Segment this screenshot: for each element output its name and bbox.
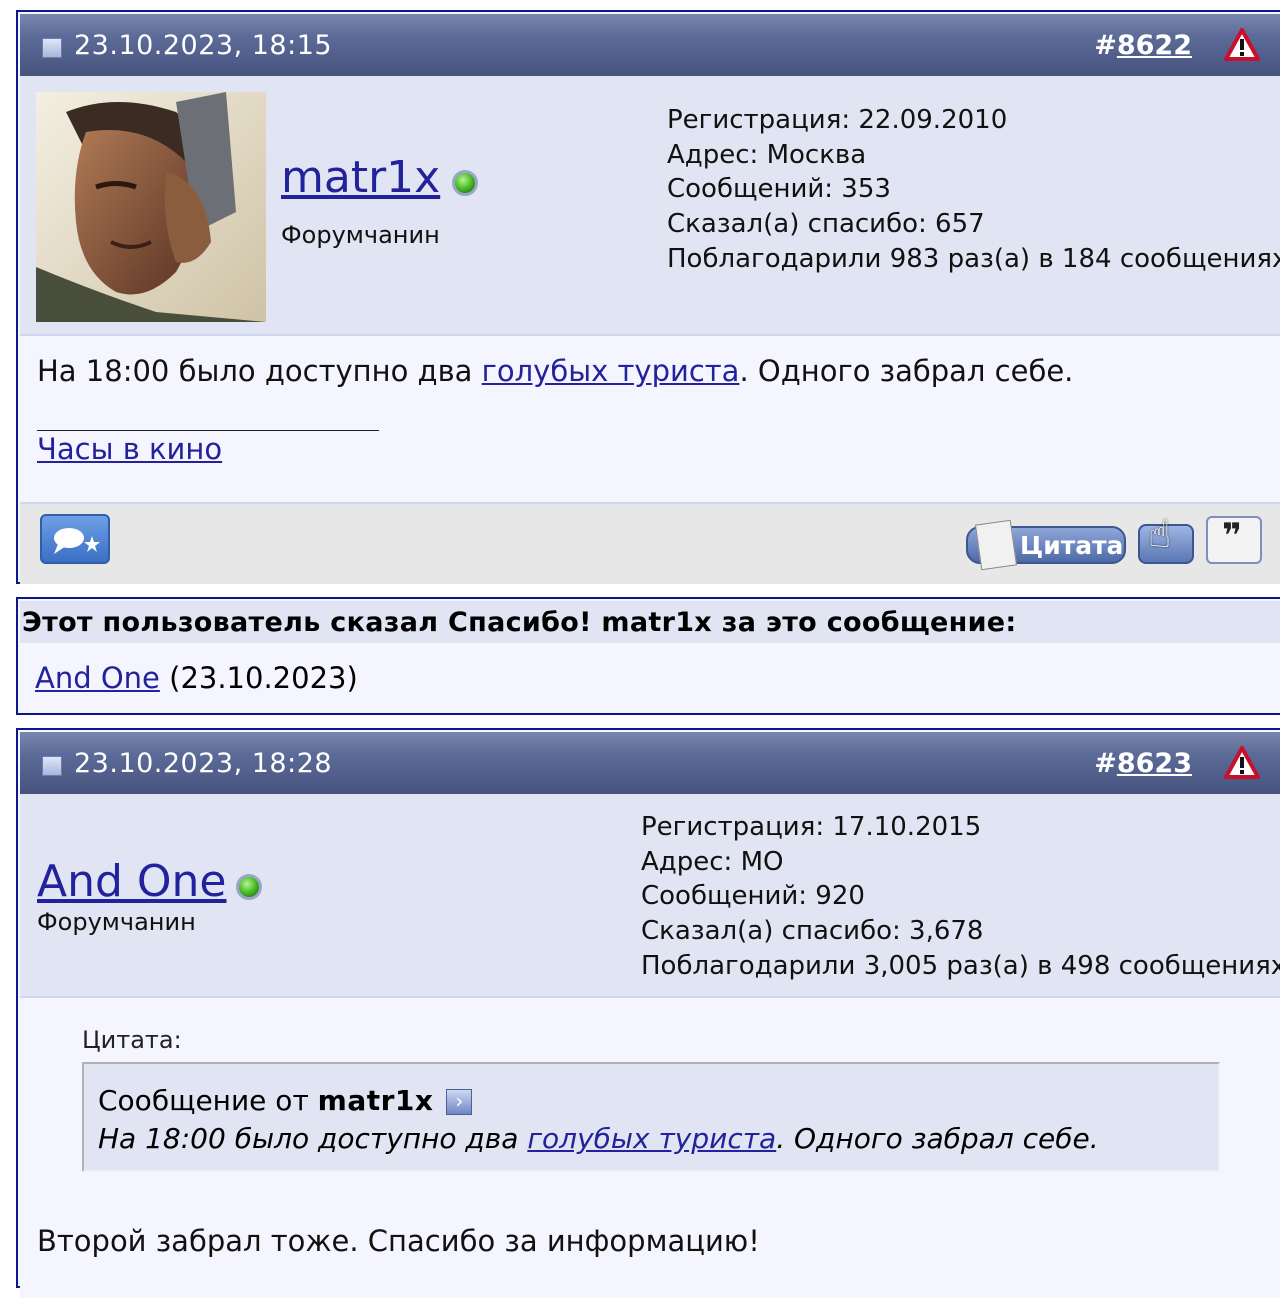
post-message: На 18:00 было доступно два голубых турис… (20, 336, 1280, 502)
thanks-box: Этот пользователь сказал Спасибо! matr1x… (16, 597, 1280, 715)
stat-address: Адрес: Москва (667, 139, 867, 170)
user-title: Форумчанин (281, 221, 440, 249)
view-post-arrow-icon[interactable]: › (446, 1089, 473, 1115)
message-text: На 18:00 было доступно два голубых турис… (37, 354, 1073, 388)
message-text-start: На 18:00 было доступно два (37, 354, 482, 388)
quote-label: Цитата: (82, 1026, 182, 1054)
user-info: And One Форумчанин Регистрация: 17.10.20… (20, 794, 1280, 998)
thanks-heading-text: Этот пользователь сказал Спасибо! matr1x… (22, 607, 1017, 638)
post-number-link[interactable]: 8623 (1117, 748, 1192, 779)
quote-icon (974, 519, 1018, 571)
post-actions: Цитата ☝ ❞ (20, 502, 1280, 584)
thanks-user-link[interactable]: And One (35, 661, 160, 695)
username-link[interactable]: matr1x (281, 152, 440, 203)
user-title: Форумчанин (37, 908, 196, 936)
quote-from: Сообщение от matr1x › (98, 1084, 473, 1117)
speech-bubble-icon (54, 528, 100, 554)
user-stats: Регистрация: 17.10.2015 Адрес: МО Сообще… (641, 810, 1280, 984)
post-8623: 23.10.2023, 18:28 #8623 And One Форумчан… (16, 728, 1280, 1298)
post-header: 23.10.2023, 18:28 #8623 (20, 732, 1280, 794)
post-number: #8622 (1094, 30, 1192, 61)
thanks-date: (23.10.2023) (169, 661, 358, 695)
post-number-hash: # (1094, 748, 1117, 779)
post-number-link[interactable]: 8622 (1117, 30, 1192, 61)
quote-author: matr1x (317, 1084, 434, 1117)
reply-text: Второй забрал тоже. Спасибо за информаци… (37, 1224, 760, 1258)
post-number-hash: # (1094, 30, 1117, 61)
quote-button-label: Цитата (1020, 531, 1124, 560)
post-header: 23.10.2023, 18:15 #8622 (20, 14, 1280, 76)
thanks-hand-icon: ☝ (1148, 512, 1172, 556)
quote-from-prefix: Сообщение от (98, 1084, 318, 1117)
thanks-button[interactable]: ☝ (1138, 512, 1194, 564)
post-message: Цитата: Сообщение от matr1x › На 18:00 б… (20, 998, 1280, 1298)
stat-posts: Сообщений: 920 (641, 881, 865, 912)
post-date: 23.10.2023, 18:28 (74, 748, 333, 779)
user-stats: Регистрация: 22.09.2010 Адрес: Москва Со… (667, 103, 1280, 277)
stat-address: Адрес: МО (641, 846, 784, 877)
pm-button-icon[interactable] (40, 514, 110, 564)
warning-icon[interactable] (1224, 27, 1260, 63)
post-number: #8623 (1094, 748, 1192, 779)
quote-text-end: . Одного забрал себе. (776, 1122, 1099, 1155)
post-8622: 23.10.2023, 18:15 #8622 matr1x Форумчани… (16, 10, 1280, 584)
post-icon (42, 38, 62, 58)
user-info: matr1x Форумчанин Регистрация: 22.09.201… (20, 76, 1280, 336)
message-link[interactable]: голубых туриста (482, 354, 740, 388)
stat-registration: Регистрация: 22.09.2010 (667, 105, 1008, 135)
stat-registration: Регистрация: 17.10.2015 (641, 812, 982, 842)
online-status-icon (236, 874, 262, 900)
post-date: 23.10.2023, 18:15 (74, 30, 333, 61)
signature-link[interactable]: Часы в кино (37, 432, 222, 466)
quote-text-start: На 18:00 было доступно два (98, 1122, 528, 1155)
message-text-end: . Одного забрал себе. (739, 354, 1074, 388)
quote-block: Сообщение от matr1x › На 18:00 было дост… (82, 1062, 1220, 1172)
stat-thanks-given: Сказал(а) спасибо: 657 (667, 209, 985, 240)
stat-thanks-received: Поблагодарили 3,005 раз(а) в 498 сообщен… (641, 950, 1280, 981)
stat-posts: Сообщений: 353 (667, 174, 891, 205)
thanks-row: And One (23.10.2023) (35, 661, 358, 695)
quote-link[interactable]: голубых туриста (527, 1122, 776, 1155)
quote-text: На 18:00 было доступно два голубых турис… (98, 1122, 1099, 1155)
multiquote-button[interactable]: ❞ (1206, 516, 1262, 564)
avatar[interactable] (36, 92, 266, 322)
warning-icon[interactable] (1224, 745, 1260, 781)
online-status-icon (452, 170, 478, 196)
quote-button[interactable]: Цитата (966, 519, 1126, 571)
signature-divider (37, 430, 379, 431)
thanks-heading: Этот пользователь сказал Спасибо! matr1x… (20, 601, 1280, 643)
stat-thanks-received: Поблагодарили 983 раз(а) в 184 сообщения… (667, 243, 1280, 274)
multiquote-icon: ❞ (1222, 516, 1242, 556)
username-link[interactable]: And One (37, 856, 227, 907)
post-icon (42, 756, 62, 776)
stat-thanks-given: Сказал(а) спасибо: 3,678 (641, 916, 984, 947)
